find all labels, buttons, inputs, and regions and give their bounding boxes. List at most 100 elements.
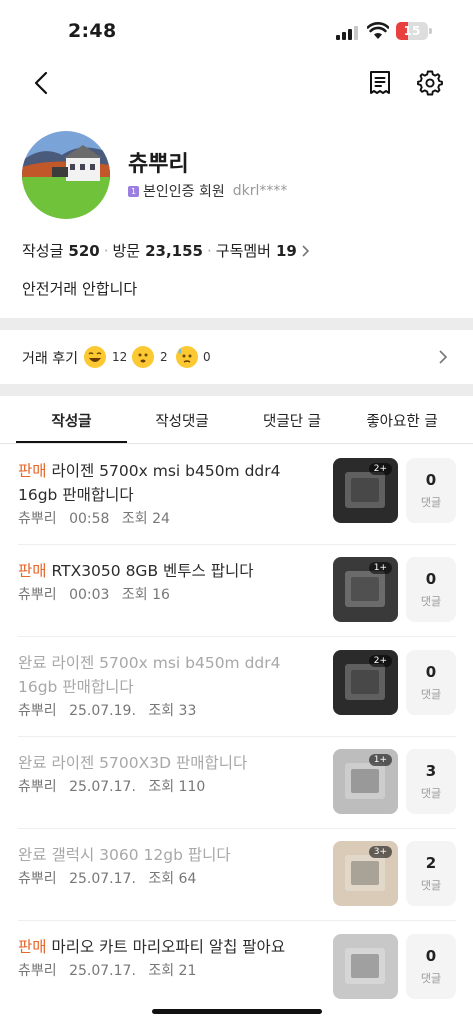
stat-posts-value: 520: [68, 241, 100, 260]
post-time: 25.07.17.: [69, 779, 136, 795]
stat-visits-value: 23,155: [145, 241, 203, 260]
post-title[interactable]: 판매 RTX3050 8GB 벤투스 팝니다: [18, 559, 318, 583]
post-divider: [18, 920, 456, 921]
chevron-left-icon: [34, 71, 48, 95]
post-item[interactable]: 판매 RTX3050 8GB 벤투스 팝니다 츄뿌리 00:03 조회 16 1…: [0, 557, 473, 651]
photo-count-badge: 2+: [368, 655, 392, 667]
profile-intro: 안전거래 안합니다: [22, 280, 138, 298]
post-divider: [18, 636, 456, 637]
comment-count-box[interactable]: 0 댓글: [406, 650, 456, 715]
post-title[interactable]: 판매 라이젠 5700x msi b450m ddr4 16gb 판매합니다: [18, 459, 318, 507]
chevron-right-icon: [302, 244, 309, 257]
post-author: 츄뿌리: [18, 587, 57, 603]
comment-count-box[interactable]: 0 댓글: [406, 557, 456, 622]
post-thumbnail[interactable]: 2+: [333, 458, 398, 523]
comment-label: 댓글: [420, 496, 442, 509]
status-time: 2:48: [68, 20, 117, 42]
post-divider: [18, 544, 456, 545]
settings-button[interactable]: [415, 68, 445, 98]
section-divider: [0, 384, 473, 396]
post-item[interactable]: 완료 갤럭시 3060 12gb 팝니다 츄뿌리 25.07.17. 조회 64…: [0, 841, 473, 935]
receipt-button[interactable]: [365, 68, 395, 98]
post-divider: [18, 736, 456, 737]
post-time: 00:03: [69, 587, 110, 603]
gear-icon: [417, 70, 443, 96]
avatar[interactable]: [22, 131, 110, 219]
active-tab-indicator: [16, 441, 127, 443]
stat-subscribers-value: 19: [275, 241, 297, 260]
tab-liked-posts[interactable]: 좋아요한 글: [347, 410, 457, 431]
back-button[interactable]: [26, 68, 56, 98]
post-title[interactable]: 완료 라이젠 5700x msi b450m ddr4 16gb 판매합니다: [18, 651, 318, 699]
battery-icon: 15: [396, 22, 432, 40]
post-status-tag: 완료: [18, 846, 47, 864]
post-title-text: 라이젠 5700x msi b450m ddr4 16gb 판매합니다: [18, 462, 281, 504]
photo-count-badge: 1+: [368, 754, 392, 766]
post-title[interactable]: 완료 갤럭시 3060 12gb 팝니다: [18, 843, 318, 867]
subscribers-link[interactable]: 구독멤버 19: [216, 240, 311, 261]
post-author: 츄뿌리: [18, 511, 57, 527]
comment-label: 댓글: [420, 688, 442, 701]
post-time: 25.07.17.: [69, 963, 136, 979]
post-title-text: 라이젠 5700x msi b450m ddr4 16gb 판매합니다: [18, 654, 281, 696]
chevron-right-icon: [439, 350, 448, 364]
post-views: 조회 16: [121, 587, 170, 603]
post-author: 츄뿌리: [18, 963, 57, 979]
verified-label: 본인인증 회원: [143, 184, 225, 200]
receipt-icon: [370, 71, 390, 94]
comment-label: 댓글: [420, 879, 442, 892]
profile-nickname: 츄뿌리: [128, 152, 189, 177]
post-title[interactable]: 판매 마리오 카트 마리오파티 알칩 팔아요: [18, 935, 318, 959]
comment-count: 0: [425, 947, 437, 965]
comment-count-box[interactable]: 2 댓글: [406, 841, 456, 906]
comment-label: 댓글: [420, 972, 442, 985]
post-status-tag: 판매: [18, 562, 47, 580]
comment-count-box[interactable]: 0 댓글: [406, 934, 456, 999]
review-label: 거래 후기: [22, 351, 78, 367]
trade-review-row[interactable]: 거래 후기 12 2 0: [0, 330, 473, 384]
post-title-text: 라이젠 5700X3D 판매합니다: [51, 754, 248, 772]
post-views: 조회 21: [148, 963, 197, 979]
post-author: 츄뿌리: [18, 779, 57, 795]
stat-subscribers-label: 구독멤버: [215, 242, 271, 260]
post-author: 츄뿌리: [18, 703, 57, 719]
post-views: 조회 110: [148, 779, 206, 795]
post-views: 조회 33: [148, 703, 197, 719]
post-title-text: 갤럭시 3060 12gb 팝니다: [51, 846, 231, 864]
post-item[interactable]: 완료 라이젠 5700x msi b450m ddr4 16gb 판매합니다 츄…: [0, 650, 473, 743]
tab-comments[interactable]: 작성댓글: [127, 410, 237, 431]
post-title-text: RTX3050 8GB 벤투스 팝니다: [51, 562, 254, 580]
post-thumbnail[interactable]: 3+: [333, 841, 398, 906]
tab-posts[interactable]: 작성글: [16, 410, 127, 431]
photo-count-badge: 3+: [368, 846, 392, 858]
post-status-tag: 판매: [18, 462, 47, 480]
post-item[interactable]: 완료 라이젠 5700X3D 판매합니다 츄뿌리 25.07.17. 조회 11…: [0, 749, 473, 843]
comment-count-box[interactable]: 0 댓글: [406, 458, 456, 523]
neutral-face-icon: [132, 346, 154, 368]
cellular-signal-icon: [336, 24, 360, 40]
post-thumbnail[interactable]: 1+: [333, 557, 398, 622]
review-neutral-count: 2: [160, 350, 168, 364]
post-thumbnail[interactable]: 1+: [333, 749, 398, 814]
post-views: 조회 24: [121, 511, 170, 527]
post-meta: 츄뿌리 25.07.17. 조회 110: [18, 776, 213, 796]
user-id: dkrl****: [232, 183, 288, 199]
stat-visits-label: 방문: [112, 242, 141, 260]
photo-count-badge: 2+: [368, 463, 392, 475]
post-title[interactable]: 완료 라이젠 5700X3D 판매합니다: [18, 751, 318, 775]
comment-label: 댓글: [420, 787, 442, 800]
post-status-tag: 완료: [18, 654, 47, 672]
post-thumbnail[interactable]: 2+: [333, 650, 398, 715]
post-status-tag: 판매: [18, 938, 47, 956]
post-thumbnail[interactable]: [333, 934, 398, 999]
laughing-face-icon: [84, 346, 106, 368]
post-time: 25.07.19.: [69, 703, 136, 719]
verified-badge-icon: 1: [128, 185, 139, 197]
post-item[interactable]: 판매 라이젠 5700x msi b450m ddr4 16gb 판매합니다 츄…: [0, 458, 473, 551]
home-indicator: [152, 1009, 322, 1014]
post-meta: 츄뿌리 00:03 조회 16: [18, 584, 178, 604]
comment-count-box[interactable]: 3 댓글: [406, 749, 456, 814]
stat-posts-label: 작성글: [22, 242, 64, 260]
post-author: 츄뿌리: [18, 871, 57, 887]
tab-commented-posts[interactable]: 댓글단 글: [237, 410, 347, 431]
